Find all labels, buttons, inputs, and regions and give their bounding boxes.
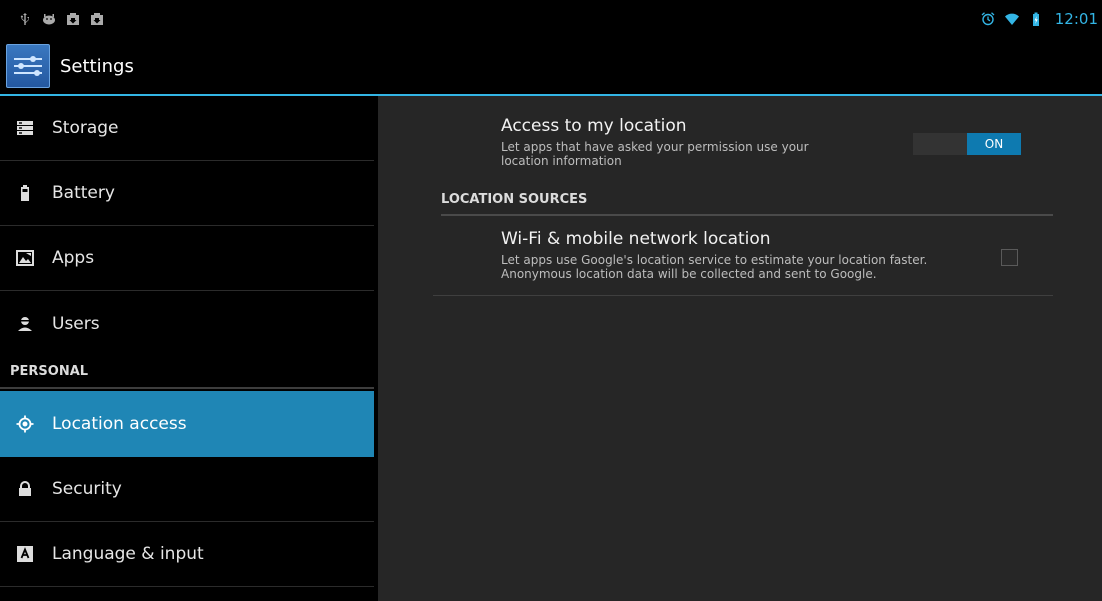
lock-icon	[16, 480, 34, 498]
location-settings-panel: Access to my location Let apps that have…	[378, 96, 1102, 601]
sidebar-item-storage[interactable]: Storage	[0, 96, 374, 161]
sidebar-item-security[interactable]: Security	[0, 457, 374, 522]
sidebar-item-users[interactable]: Users	[0, 291, 374, 356]
section-header-personal: PERSONAL	[0, 355, 374, 389]
preference-divider	[433, 295, 1053, 296]
sidebar-item-label: Storage	[52, 118, 119, 138]
storage-icon	[16, 119, 34, 137]
sidebar-item-battery[interactable]: Battery	[0, 161, 374, 226]
preference-title: Wi-Fi & mobile network location	[501, 229, 771, 249]
settings-sliders-icon[interactable]	[6, 44, 50, 88]
status-bar: 12:01	[0, 0, 1102, 38]
action-bar: Settings	[0, 38, 1102, 94]
clock-time: 12:01	[1054, 10, 1098, 28]
sidebar-item-label: Battery	[52, 183, 115, 203]
language-icon	[16, 545, 34, 563]
download-icon	[66, 12, 80, 26]
sidebar-item-apps[interactable]: Apps	[0, 226, 374, 291]
battery-charging-icon	[1029, 12, 1043, 26]
settings-sidebar: Storage Battery Apps Users PERSONAL Loca…	[0, 96, 374, 601]
sidebar-item-location-access[interactable]: Location access	[0, 391, 374, 457]
apps-icon	[16, 249, 34, 267]
alarm-icon	[981, 12, 995, 26]
notification-icons	[18, 12, 104, 26]
category-header-location-sources: LOCATION SOURCES	[441, 192, 1053, 216]
usb-icon	[18, 12, 32, 26]
android-debug-icon	[42, 12, 56, 26]
system-icons: 12:01	[981, 10, 1098, 28]
wifi-icon	[1004, 12, 1019, 26]
sidebar-item-label: Users	[52, 313, 100, 334]
battery-icon	[16, 184, 34, 202]
sidebar-item-language-input[interactable]: Language & input	[0, 522, 374, 587]
page-title: Settings	[60, 55, 134, 77]
download-icon	[90, 12, 104, 26]
users-icon	[16, 315, 34, 333]
wifi-location-checkbox[interactable]	[1001, 249, 1018, 266]
location-access-toggle[interactable]: ON	[913, 133, 1021, 155]
summary-line: location information	[501, 154, 622, 168]
location-icon	[16, 415, 34, 433]
summary-line: Anonymous location data will be collecte…	[501, 267, 877, 281]
sidebar-item-label: Apps	[52, 248, 95, 268]
toggle-on-label: ON	[967, 133, 1021, 155]
sidebar-item-label: Security	[52, 479, 122, 499]
sidebar-item-label: Location access	[52, 414, 187, 434]
sidebar-item-label: Language & input	[52, 544, 204, 564]
